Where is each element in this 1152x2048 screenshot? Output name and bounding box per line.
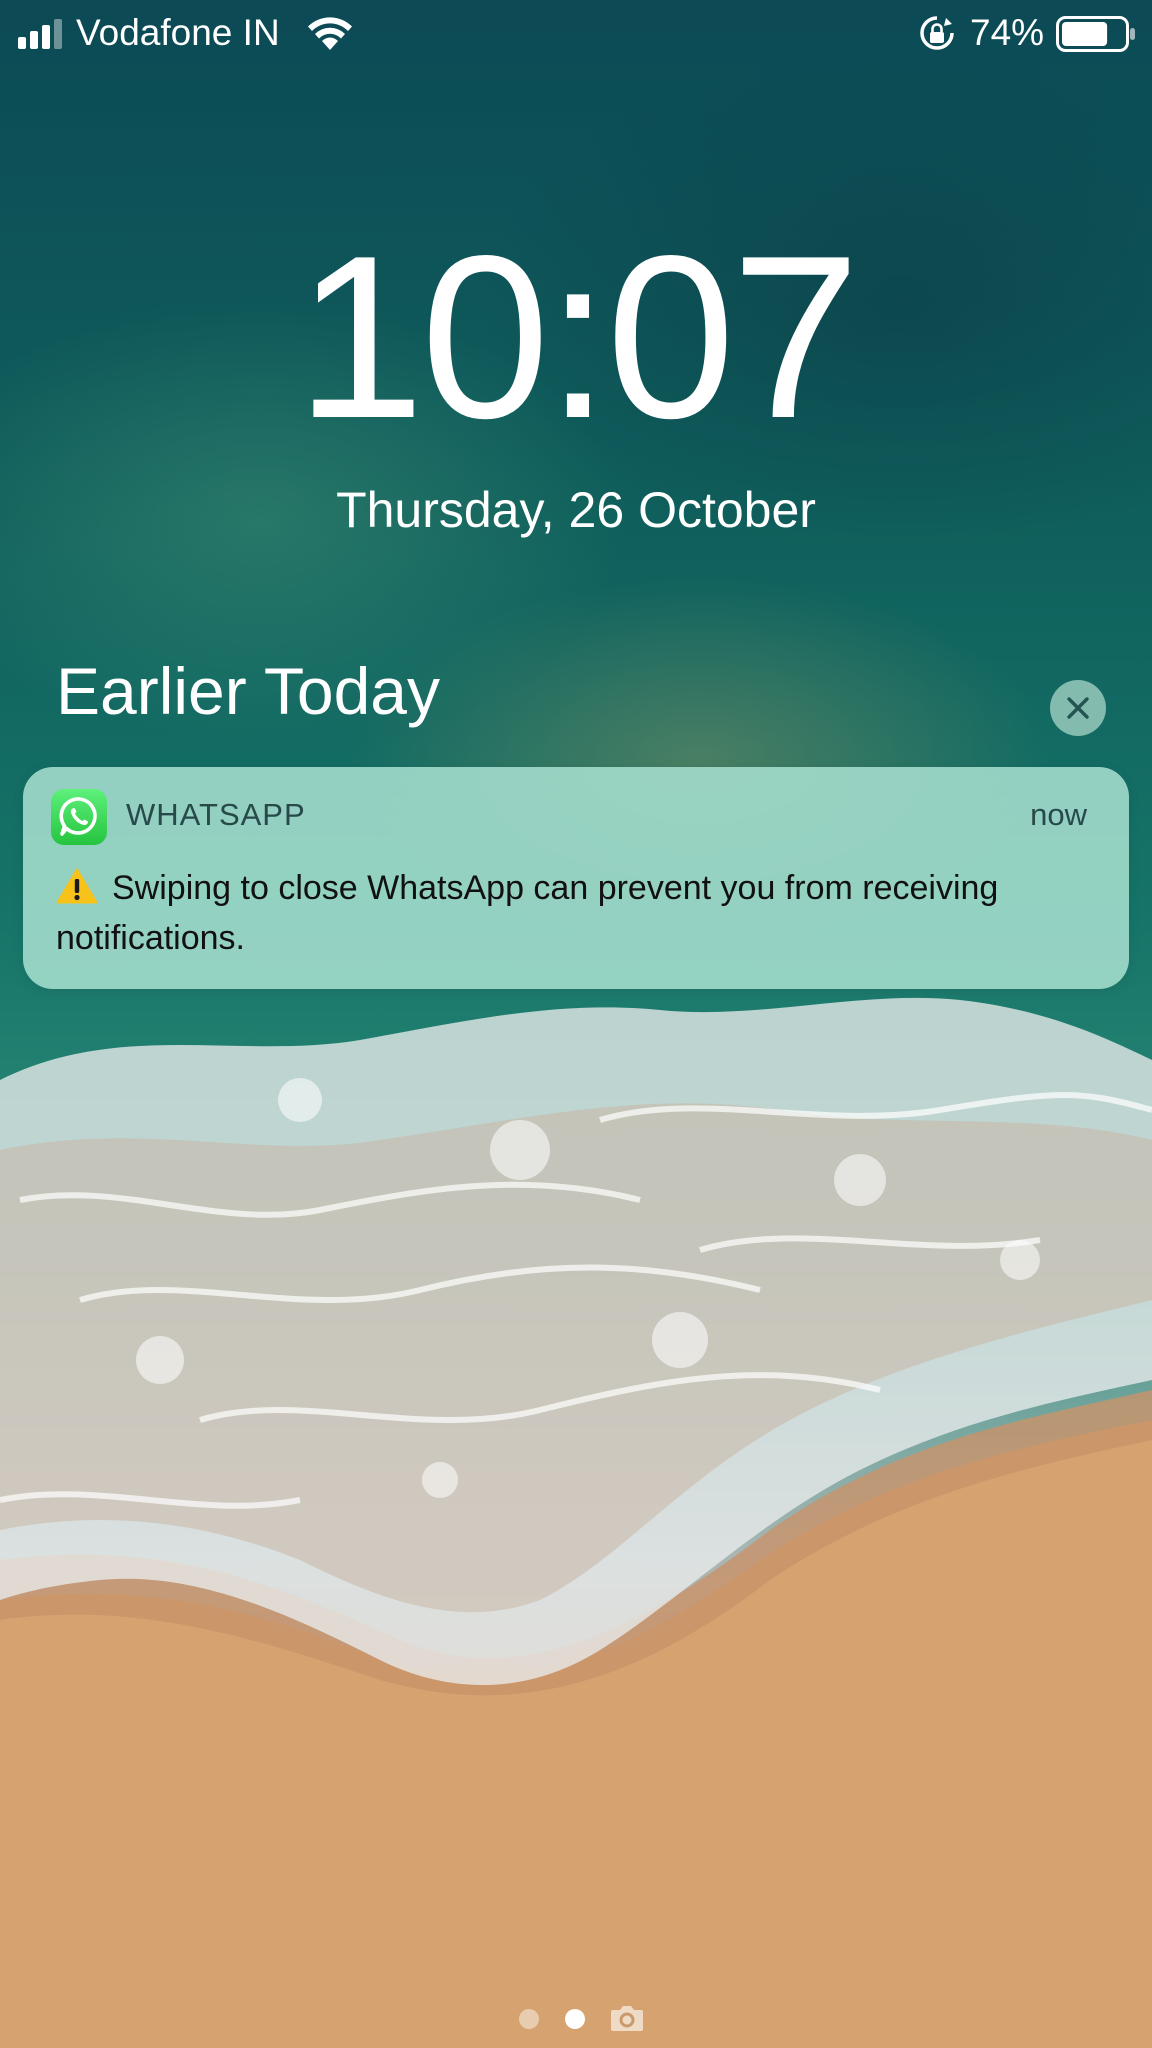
- signal-icon: [18, 19, 62, 49]
- status-bar: Vodafone IN 74%: [0, 0, 1152, 66]
- rotation-lock-icon: [920, 16, 954, 50]
- battery-level-fill: [1062, 22, 1108, 46]
- lock-screen-date: Thursday, 26 October: [336, 482, 816, 538]
- notification-time: now: [1030, 797, 1087, 832]
- page-dot-1: [519, 2009, 539, 2029]
- warning-icon: [56, 868, 98, 904]
- page-indicator: [0, 1998, 1152, 2038]
- notification-app-name: WHATSAPP: [126, 797, 306, 832]
- lock-screen: Vodafone IN 74% 10:07 Thursday, 26 Octob…: [0, 0, 1152, 2048]
- battery-percentage: 74%: [970, 12, 1045, 53]
- lock-screen-time: 10:07: [295, 208, 861, 467]
- notification-body-text: Swiping to close WhatsApp can prevent yo…: [56, 869, 999, 957]
- notification-message: Swiping to close WhatsApp can prevent yo…: [56, 863, 1096, 963]
- carrier-name: Vodafone IN: [76, 12, 280, 53]
- battery-icon: [1056, 16, 1135, 52]
- wifi-icon: [308, 17, 352, 50]
- whatsapp-icon: [51, 789, 107, 845]
- clear-notifications-button[interactable]: [1050, 680, 1106, 736]
- page-dot-2-current: [565, 2009, 585, 2029]
- camera-icon[interactable]: [610, 2004, 644, 2032]
- notification-section-title: Earlier Today: [56, 654, 440, 728]
- close-icon: [1067, 697, 1089, 719]
- whatsapp-notification[interactable]: WHATSAPP now Swiping to close WhatsApp c…: [23, 767, 1129, 989]
